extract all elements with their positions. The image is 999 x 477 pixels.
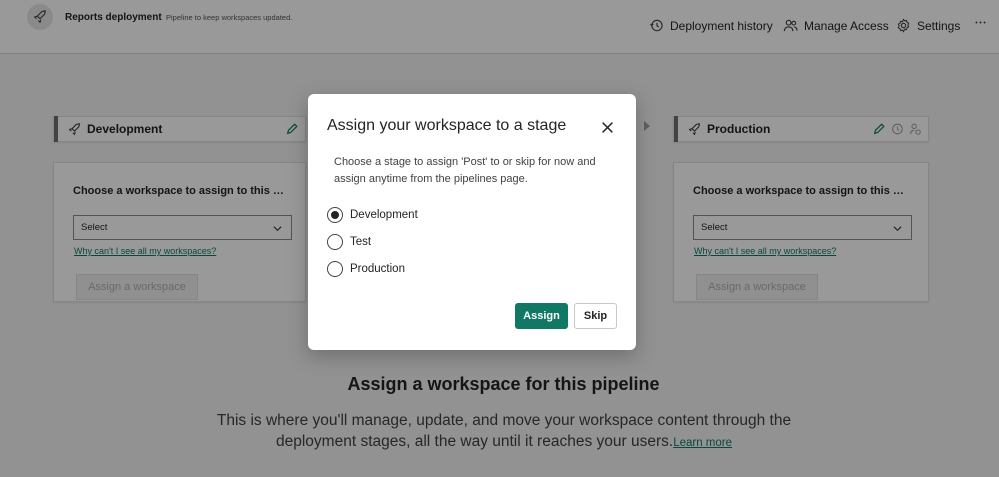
radio-option-test[interactable]: Test <box>327 234 371 250</box>
radio-button[interactable] <box>327 234 343 250</box>
radio-label: Test <box>350 236 372 248</box>
radio-option-development[interactable]: Development <box>327 207 418 223</box>
radio-label: Production <box>350 263 405 275</box>
assign-stage-dialog: Assign your workspace to a stage Choose … <box>308 94 636 350</box>
dialog-title: Assign your workspace to a stage <box>327 117 567 134</box>
radio-button[interactable] <box>327 261 343 277</box>
dialog-description: Choose a stage to assign 'Post' to or sk… <box>334 156 596 185</box>
close-icon[interactable] <box>601 121 614 134</box>
assign-button[interactable]: Assign <box>515 303 568 329</box>
radio-button-selected[interactable] <box>327 207 343 223</box>
radio-label: Development <box>350 209 418 221</box>
skip-button[interactable]: Skip <box>574 303 617 329</box>
radio-option-production[interactable]: Production <box>327 261 405 277</box>
